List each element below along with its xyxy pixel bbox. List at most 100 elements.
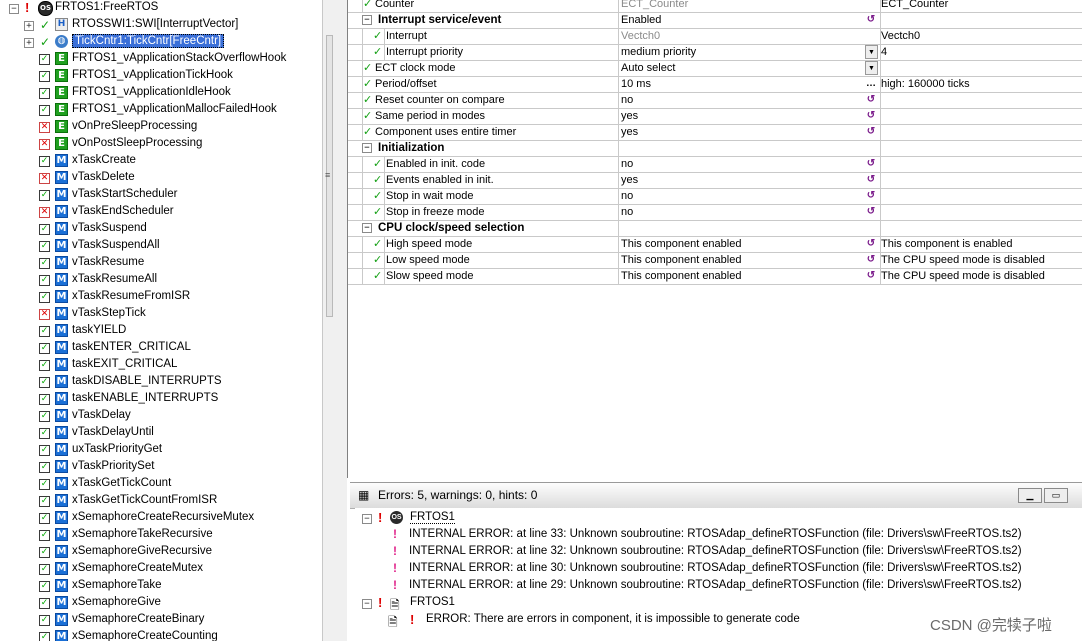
- property-row[interactable]: ✓ Enabled in init. code no ↺: [348, 156, 1082, 173]
- reset-default-icon[interactable]: ↺: [865, 13, 877, 26]
- tree-item[interactable]: ✓ MxTaskGetTickCount: [0, 476, 322, 493]
- reset-default-icon[interactable]: ↺: [865, 205, 877, 218]
- tree-item[interactable]: ✓ MxTaskGetTickCountFromISR: [0, 493, 322, 510]
- expand-toggle[interactable]: −: [362, 514, 372, 524]
- error-component-node[interactable]: −! OS FRTOS1: [355, 510, 1082, 527]
- property-row[interactable]: ✓ ECT clock mode Auto select ▼: [348, 60, 1082, 77]
- method-checkbox[interactable]: ✓: [39, 326, 50, 337]
- method-checkbox[interactable]: ✕: [39, 139, 50, 150]
- reset-default-icon[interactable]: ↺: [865, 125, 877, 138]
- tree-item[interactable]: ✓ MxTaskCreate: [0, 153, 322, 170]
- method-checkbox[interactable]: ✓: [39, 54, 50, 65]
- property-row[interactable]: ✓ Period/offset 10 ms… high: 160000 ticks: [348, 76, 1082, 93]
- browse-button[interactable]: …: [865, 77, 877, 90]
- method-checkbox[interactable]: ✓: [39, 156, 50, 167]
- expand-toggle[interactable]: −: [362, 599, 372, 609]
- reset-default-icon[interactable]: ↺: [865, 189, 877, 202]
- property-row[interactable]: ✓ Interrupt Vectch0 Vectch0: [348, 28, 1082, 45]
- group-collapse-toggle[interactable]: −: [362, 15, 372, 25]
- tree-item[interactable]: ✓ MvTaskDelay: [0, 408, 322, 425]
- tree-scrollbar[interactable]: ≡: [322, 0, 336, 641]
- tree-item[interactable]: ✓ MxSemaphoreGive: [0, 595, 322, 612]
- error-message-row[interactable]: ! INTERNAL ERROR: at line 33: Unknown sou…: [355, 527, 1082, 544]
- reset-default-icon[interactable]: ↺: [865, 109, 877, 122]
- method-checkbox[interactable]: ✓: [39, 224, 50, 235]
- group-collapse-toggle[interactable]: −: [362, 223, 372, 233]
- method-checkbox[interactable]: ✓: [39, 394, 50, 405]
- dropdown-arrow-button[interactable]: ▼: [865, 45, 878, 59]
- method-checkbox[interactable]: ✓: [39, 377, 50, 388]
- property-value[interactable]: This component enabled: [619, 252, 881, 268]
- property-value[interactable]: This component enabled: [619, 268, 881, 284]
- expand-toggle[interactable]: +: [24, 38, 34, 48]
- method-checkbox[interactable]: ✓: [39, 462, 50, 473]
- tree-item[interactable]: ✕ EvOnPostSleepProcessing: [0, 136, 322, 153]
- tree-item[interactable]: ✓ E FRTOS1_vApplicationStackOverflowHook: [0, 51, 322, 68]
- method-checkbox[interactable]: ✓: [39, 564, 50, 575]
- method-checkbox[interactable]: ✕: [39, 122, 50, 133]
- property-value[interactable]: yes: [619, 172, 881, 188]
- property-value[interactable]: no: [619, 188, 881, 204]
- method-checkbox[interactable]: ✓: [39, 360, 50, 371]
- tree-item[interactable]: ✓ MtaskENABLE_INTERRUPTS: [0, 391, 322, 408]
- method-checkbox[interactable]: ✓: [39, 513, 50, 524]
- tree-item[interactable]: ✕ MvTaskEndScheduler: [0, 204, 322, 221]
- method-checkbox[interactable]: ✕: [39, 173, 50, 184]
- expand-toggle[interactable]: +: [24, 21, 34, 31]
- error-message-row[interactable]: ! INTERNAL ERROR: at line 30: Unknown sou…: [355, 561, 1082, 578]
- tree-item[interactable]: ✓ MvTaskResume: [0, 255, 322, 272]
- restore-button[interactable]: ▭: [1044, 488, 1068, 503]
- tree-item[interactable]: ✓ MvTaskSuspendAll: [0, 238, 322, 255]
- method-checkbox[interactable]: ✓: [39, 445, 50, 456]
- tree-item[interactable]: ✓ MtaskEXIT_CRITICAL: [0, 357, 322, 374]
- expand-toggle[interactable]: −: [9, 4, 19, 14]
- reset-default-icon[interactable]: ↺: [865, 253, 877, 266]
- method-checkbox[interactable]: ✓: [39, 581, 50, 592]
- property-value[interactable]: no: [619, 204, 881, 220]
- reset-default-icon[interactable]: ↺: [865, 173, 877, 186]
- tree-item[interactable]: ✓ MvTaskStartScheduler: [0, 187, 322, 204]
- method-checkbox[interactable]: ✓: [39, 241, 50, 252]
- method-checkbox[interactable]: ✓: [39, 71, 50, 82]
- tree-item[interactable]: ✓ MvTaskPrioritySet: [0, 459, 322, 476]
- property-value[interactable]: Auto select: [619, 60, 881, 76]
- method-checkbox[interactable]: ✓: [39, 479, 50, 490]
- property-row[interactable]: ✓ Component uses entire timer yes ↺: [348, 124, 1082, 141]
- tree-item[interactable]: ✓ MxSemaphoreGiveRecursive: [0, 544, 322, 561]
- tree-item[interactable]: ✓ MxTaskResumeFromISR: [0, 289, 322, 306]
- reset-default-icon[interactable]: ↺: [865, 157, 877, 170]
- property-row[interactable]: ✓ Events enabled in init. yes ↺: [348, 172, 1082, 189]
- method-checkbox[interactable]: ✓: [39, 190, 50, 201]
- tree-item[interactable]: ✓ MxSemaphoreCreateMutex: [0, 561, 322, 578]
- tree-item[interactable]: ✓ E FRTOS1_vApplicationTickHook: [0, 68, 322, 85]
- method-checkbox[interactable]: ✓: [39, 275, 50, 286]
- property-value[interactable]: yes: [619, 124, 881, 140]
- tree-item[interactable]: ✓ MtaskYIELD: [0, 323, 322, 340]
- tree-item[interactable]: ✓ E FRTOS1_vApplicationIdleHook: [0, 85, 322, 102]
- group-collapse-toggle[interactable]: −: [362, 143, 372, 153]
- tree-item[interactable]: + ✓ ◍ TickCntr1:TickCntr[FreeCntr]: [0, 34, 322, 51]
- tree-item[interactable]: ✓ MxSemaphoreTakeRecursive: [0, 527, 322, 544]
- property-value[interactable]: Enabled: [619, 12, 881, 28]
- property-row[interactable]: ✓ Stop in wait mode no ↺: [348, 188, 1082, 205]
- property-row[interactable]: − CPU clock/speed selection: [348, 220, 1082, 237]
- minimize-button[interactable]: ▁: [1018, 488, 1042, 503]
- property-row[interactable]: ✓ Low speed mode This component enabled ↺ Th…: [348, 252, 1082, 269]
- method-checkbox[interactable]: ✕: [39, 309, 50, 320]
- error-component-node[interactable]: −! 🗎 FRTOS1: [355, 595, 1082, 612]
- property-row[interactable]: ✓ Stop in freeze mode no ↺: [348, 204, 1082, 221]
- tree-item[interactable]: ✓ MuxTaskPriorityGet: [0, 442, 322, 459]
- property-row[interactable]: ✓ Slow speed mode This component enabled ↺ T…: [348, 268, 1082, 285]
- tree-item[interactable]: + ✓ H RTOSSWI1:SWI[InterruptVector]: [0, 17, 322, 34]
- tree-item[interactable]: ✕ MvTaskDelete: [0, 170, 322, 187]
- property-value[interactable]: This component enabled: [619, 236, 881, 252]
- method-checkbox[interactable]: ✓: [39, 343, 50, 354]
- tree-item[interactable]: ✓ MtaskENTER_CRITICAL: [0, 340, 322, 357]
- property-value[interactable]: medium priority: [619, 44, 881, 60]
- method-checkbox[interactable]: ✓: [39, 496, 50, 507]
- property-value[interactable]: no: [619, 156, 881, 172]
- method-checkbox[interactable]: ✓: [39, 547, 50, 558]
- reset-default-icon[interactable]: ↺: [865, 269, 877, 282]
- tree-item[interactable]: ✓ MvTaskDelayUntil: [0, 425, 322, 442]
- reset-default-icon[interactable]: ↺: [865, 237, 877, 250]
